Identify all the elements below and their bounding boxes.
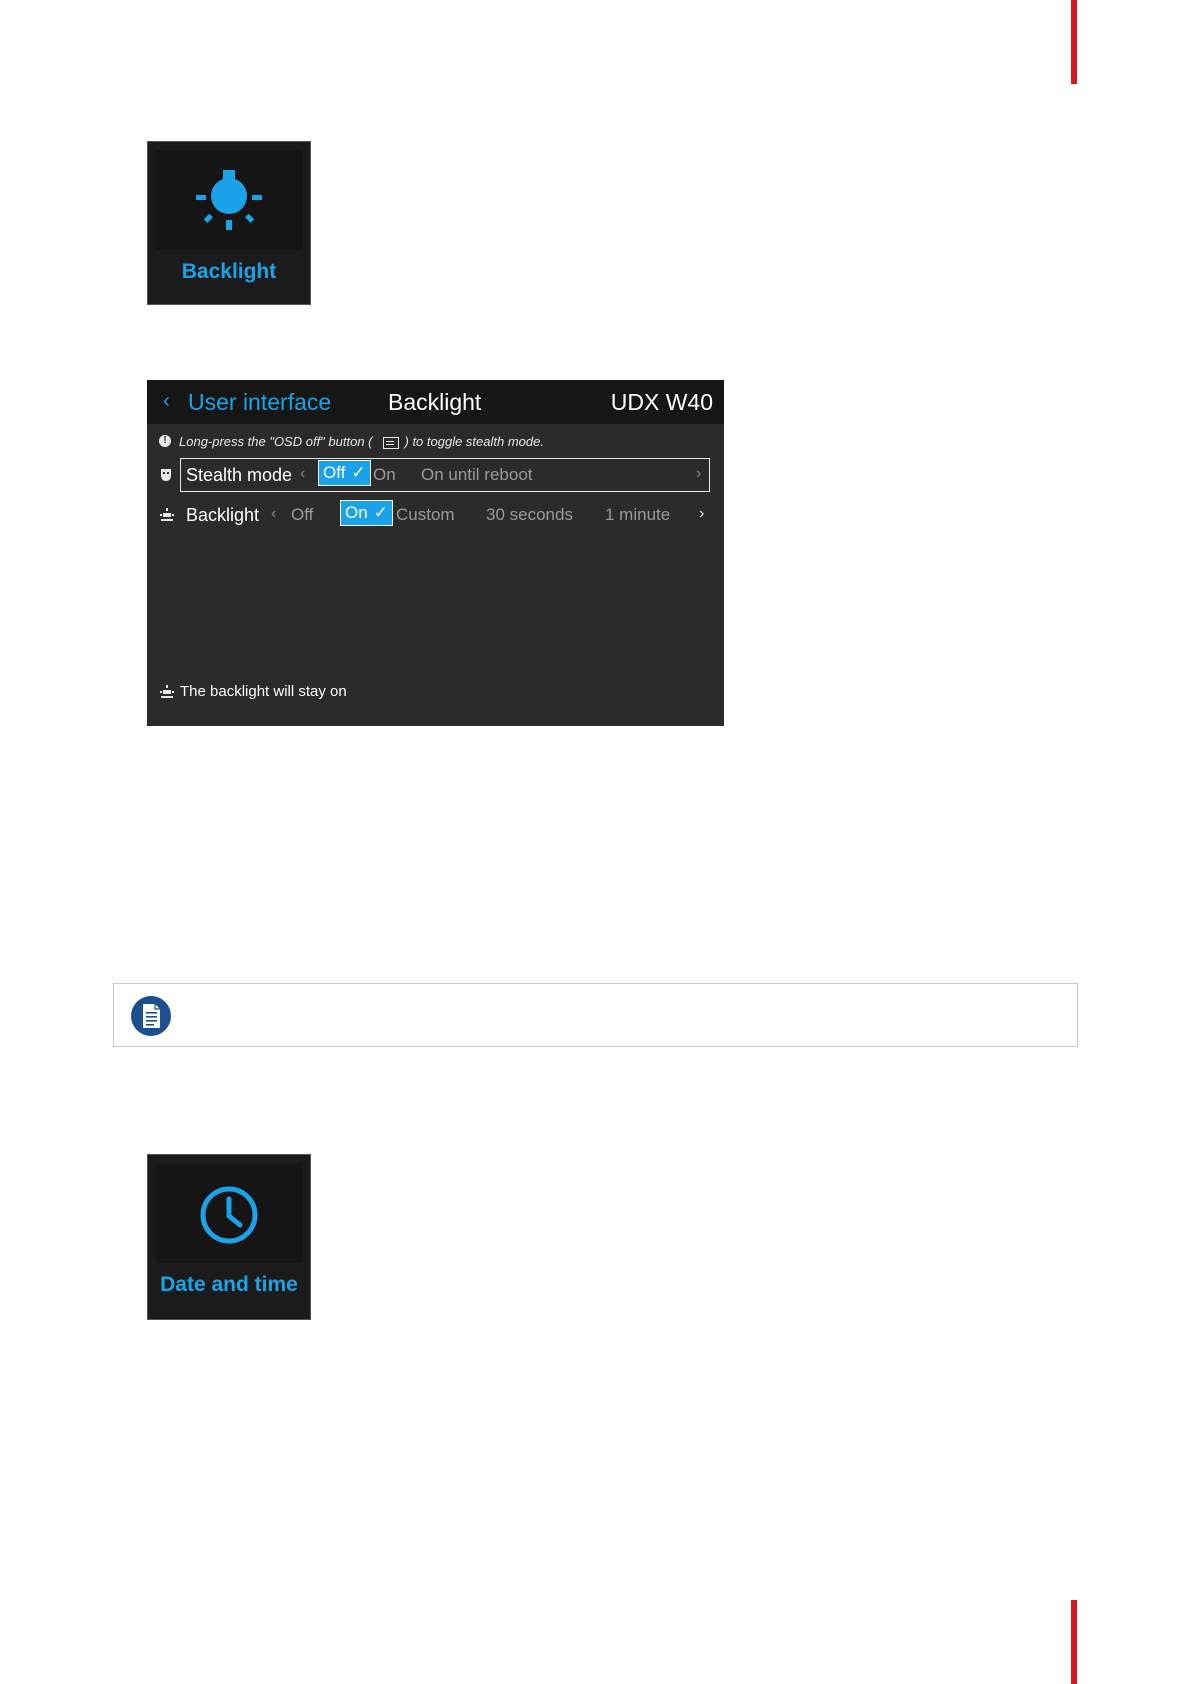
backlight-icon bbox=[160, 685, 174, 704]
chevron-left-icon[interactable]: ‹ bbox=[300, 465, 305, 483]
info-text-after: ) to toggle stealth mode. bbox=[404, 434, 544, 449]
option-label: Off bbox=[323, 463, 346, 482]
page-title: Backlight bbox=[388, 389, 482, 415]
clock-icon bbox=[199, 1185, 259, 1250]
breadcrumb-user-interface[interactable]: User interface bbox=[188, 389, 331, 416]
chevron-left-icon[interactable]: ‹ bbox=[271, 505, 276, 523]
backlight-row[interactable]: Backlight ‹ Off On ✓ Custom 30 seconds 1 … bbox=[147, 498, 724, 534]
osd-backlight-screen: ‹ User interface Backlight UDX W40 ! Lon… bbox=[147, 380, 724, 726]
backlight-option-on-selected[interactable]: On ✓ bbox=[340, 500, 393, 526]
backlight-option-off[interactable]: Off bbox=[291, 505, 313, 525]
osd-button-icon bbox=[382, 436, 399, 449]
check-icon: ✓ bbox=[373, 503, 388, 522]
backlight-option-1-minute[interactable]: 1 minute bbox=[605, 505, 670, 525]
lightbulb-icon bbox=[194, 170, 264, 239]
note-box bbox=[113, 983, 1078, 1047]
stealth-option-off-selected[interactable]: Off ✓ bbox=[318, 460, 371, 486]
status-message: The backlight will stay on bbox=[180, 683, 347, 700]
backlight-option-30-seconds[interactable]: 30 seconds bbox=[486, 505, 573, 525]
chevron-right-icon[interactable]: › bbox=[699, 505, 704, 523]
info-text-before: Long-press the "OSD off" button ( bbox=[179, 434, 373, 449]
backlight-tile: Backlight bbox=[147, 141, 311, 305]
backlight-option-custom[interactable]: Custom bbox=[396, 505, 455, 525]
note-document-icon bbox=[130, 995, 172, 1042]
date-and-time-tile: Date and time bbox=[147, 1154, 311, 1320]
page-marker-top bbox=[1071, 0, 1077, 84]
stealth-option-on[interactable]: On bbox=[373, 465, 396, 485]
date-and-time-tile-label: Date and time bbox=[160, 1273, 298, 1296]
info-icon: ! bbox=[159, 435, 171, 447]
stealth-mode-label: Stealth mode bbox=[186, 465, 293, 485]
chevron-right-icon[interactable]: › bbox=[696, 465, 701, 483]
mask-icon bbox=[160, 468, 172, 487]
check-icon: ✓ bbox=[351, 463, 366, 482]
backlight-label: Backlight bbox=[186, 505, 260, 525]
page-marker-bottom bbox=[1071, 1600, 1077, 1684]
backlight-tile-label: Backlight bbox=[181, 260, 277, 283]
stealth-option-on-until-reboot[interactable]: On until reboot bbox=[421, 465, 533, 485]
backlight-icon bbox=[160, 508, 174, 527]
chevron-left-icon[interactable]: ‹ bbox=[163, 390, 170, 413]
osd-header: ‹ User interface Backlight UDX W40 bbox=[147, 380, 724, 424]
option-label: On bbox=[345, 503, 368, 522]
model-name: UDX W40 bbox=[610, 389, 713, 415]
info-message: Long-press the "OSD off" button ( ) to to… bbox=[179, 434, 544, 449]
stealth-mode-row[interactable]: Stealth mode ‹ Off ✓ On On until reboot › bbox=[147, 458, 724, 494]
